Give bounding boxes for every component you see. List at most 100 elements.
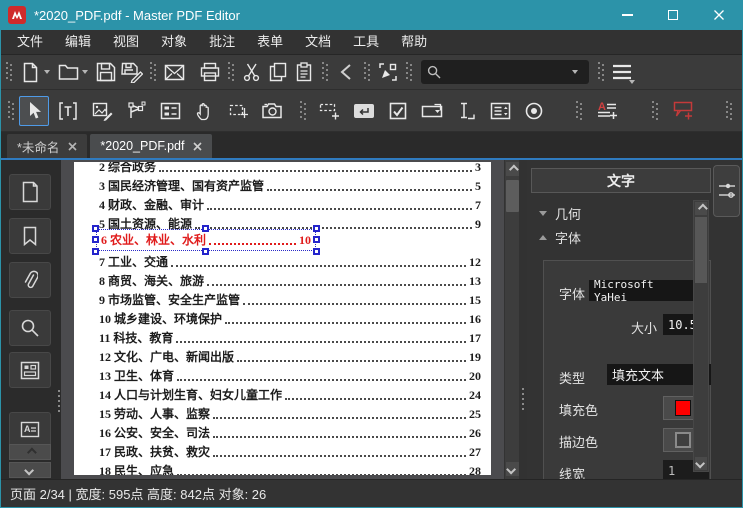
menu-annotation[interactable]: 批注 xyxy=(198,30,246,54)
scroll-up-button[interactable] xyxy=(506,162,519,176)
search-input[interactable] xyxy=(446,65,571,79)
menu-edit[interactable]: 编辑 xyxy=(54,30,102,54)
select-region-tool-button[interactable] xyxy=(223,96,253,126)
menu-document[interactable]: 文档 xyxy=(294,30,342,54)
tab-close-icon[interactable] xyxy=(193,141,203,151)
listbox-tool-button[interactable] xyxy=(485,96,515,126)
section-font[interactable]: 字体 xyxy=(539,228,581,247)
checkbox-tool-button[interactable] xyxy=(383,96,413,126)
selection-handle[interactable] xyxy=(313,225,320,232)
toc-entry: 15 劳动、人事、监察 xyxy=(99,407,211,421)
send-mail-button[interactable] xyxy=(161,59,187,85)
selection-handle[interactable] xyxy=(92,236,99,243)
menu-forms[interactable]: 表单 xyxy=(246,30,294,54)
open-document-dropdown-icon[interactable] xyxy=(82,70,88,74)
toolbar-grip[interactable] xyxy=(7,98,15,123)
toolbar-grip[interactable] xyxy=(597,60,605,84)
sidebar-pages-button[interactable] xyxy=(9,174,51,210)
panel-scrollbar-thumb[interactable] xyxy=(695,217,707,283)
save-as-button[interactable] xyxy=(119,59,145,85)
sidebar-bookmarks-button[interactable] xyxy=(9,218,51,254)
selected-text-object[interactable]: 6 农业、林业、水利 10 xyxy=(92,225,320,255)
sidebar-scroll-up-button[interactable] xyxy=(9,444,51,460)
maximize-button[interactable] xyxy=(650,0,696,30)
sidebar-form-fields-button[interactable] xyxy=(9,352,51,388)
hand-tool-button[interactable] xyxy=(189,96,219,126)
toolbar-grip[interactable] xyxy=(149,60,157,84)
combobox-tool-button[interactable] xyxy=(417,96,447,126)
toolbar-grip[interactable] xyxy=(725,98,733,123)
minimize-button[interactable] xyxy=(604,0,650,30)
font-name-field[interactable]: Microsoft YaHei xyxy=(589,278,695,304)
sticky-note-tool-button[interactable]: A xyxy=(593,96,623,126)
cut-button[interactable] xyxy=(239,59,265,85)
selection-handle[interactable] xyxy=(202,248,209,255)
edit-forms-tool-button[interactable] xyxy=(155,96,185,126)
paste-button[interactable] xyxy=(291,59,317,85)
sidebar-attachments-button[interactable] xyxy=(9,262,51,298)
scrollbar-thumb[interactable] xyxy=(506,180,519,212)
selection-handle[interactable] xyxy=(202,225,209,232)
panel-splitter[interactable] xyxy=(519,160,527,479)
panel-scroll-down-button[interactable] xyxy=(694,457,707,470)
edit-path-tool-button[interactable] xyxy=(121,96,151,126)
fill-color-swatch xyxy=(675,400,691,416)
copy-button[interactable] xyxy=(265,59,291,85)
close-button[interactable] xyxy=(696,0,742,30)
toolbar-grip[interactable] xyxy=(405,60,413,84)
section-geometry[interactable]: 几何 xyxy=(539,204,581,223)
toc-page-number: 10 xyxy=(299,233,311,247)
new-document-dropdown-icon[interactable] xyxy=(44,70,50,74)
edit-text-tool-button[interactable] xyxy=(53,96,83,126)
menu-view[interactable]: 视图 xyxy=(102,30,150,54)
callout-tool-button[interactable] xyxy=(669,96,699,126)
toolbar-grip[interactable] xyxy=(5,60,13,84)
sidebar-comments-button[interactable]: A xyxy=(9,412,51,448)
selection-handle[interactable] xyxy=(92,225,99,232)
main-menu-button[interactable] xyxy=(609,59,635,85)
screen-grab-button[interactable] xyxy=(375,59,401,85)
print-button[interactable] xyxy=(197,59,223,85)
menu-file[interactable]: 文件 xyxy=(6,30,54,54)
menu-object[interactable]: 对象 xyxy=(150,30,198,54)
push-button-tool-button[interactable] xyxy=(349,96,379,126)
toolbar-grip[interactable] xyxy=(299,98,307,123)
edit-image-tool-button[interactable] xyxy=(87,96,117,126)
selection-handle[interactable] xyxy=(313,248,320,255)
panel-scroll-up-button[interactable] xyxy=(695,202,708,215)
properties-toggle-tab[interactable] xyxy=(713,165,740,217)
tab-untitled[interactable]: *未命名 xyxy=(7,134,88,158)
toc-entry: 11 科技、教育 xyxy=(99,331,174,345)
new-document-button[interactable] xyxy=(17,59,43,85)
toolbar-grip[interactable] xyxy=(227,60,235,84)
link-tool-button[interactable] xyxy=(315,96,345,126)
tab-2020-pdf[interactable]: *2020_PDF.pdf xyxy=(90,134,213,158)
tab-close-icon[interactable] xyxy=(68,141,77,151)
toc-entry: 2 综合政务 xyxy=(99,162,157,174)
toolbar-grip[interactable] xyxy=(321,60,329,84)
select-tool-button[interactable] xyxy=(19,95,49,126)
sidebar-scroll-down-button[interactable] xyxy=(9,462,51,478)
sidebar-search-button[interactable] xyxy=(9,310,51,346)
toolbar-grip[interactable] xyxy=(363,60,371,84)
scroll-down-button[interactable] xyxy=(506,462,519,476)
open-document-button[interactable] xyxy=(55,59,81,85)
selection-handle[interactable] xyxy=(313,236,320,243)
toolbar-grip[interactable] xyxy=(575,98,583,123)
selection-handle[interactable] xyxy=(92,248,99,255)
new-document-icon xyxy=(23,62,37,82)
toc-row: 2 综合政务 3 xyxy=(99,162,481,175)
snapshot-tool-button[interactable] xyxy=(257,96,287,126)
search-dropdown-icon[interactable] xyxy=(572,70,578,74)
toolbar-grip[interactable] xyxy=(651,98,659,123)
document-scrollbar[interactable] xyxy=(504,160,519,479)
menu-tools[interactable]: 工具 xyxy=(342,30,390,54)
menu-help[interactable]: 帮助 xyxy=(390,30,438,54)
document-viewport[interactable]: 2 综合政务 3 3 国民经济管理、国有资产监管 5 4 财政、金融、审计 7 5 国… xyxy=(61,160,504,479)
window-title: *2020_PDF.pdf - Master PDF Editor xyxy=(34,7,240,23)
panel-scrollbar[interactable] xyxy=(693,200,709,472)
radio-button-tool-button[interactable] xyxy=(519,96,549,126)
save-button[interactable] xyxy=(93,59,119,85)
text-field-tool-button[interactable] xyxy=(451,96,481,126)
previous-view-button[interactable] xyxy=(333,59,359,85)
